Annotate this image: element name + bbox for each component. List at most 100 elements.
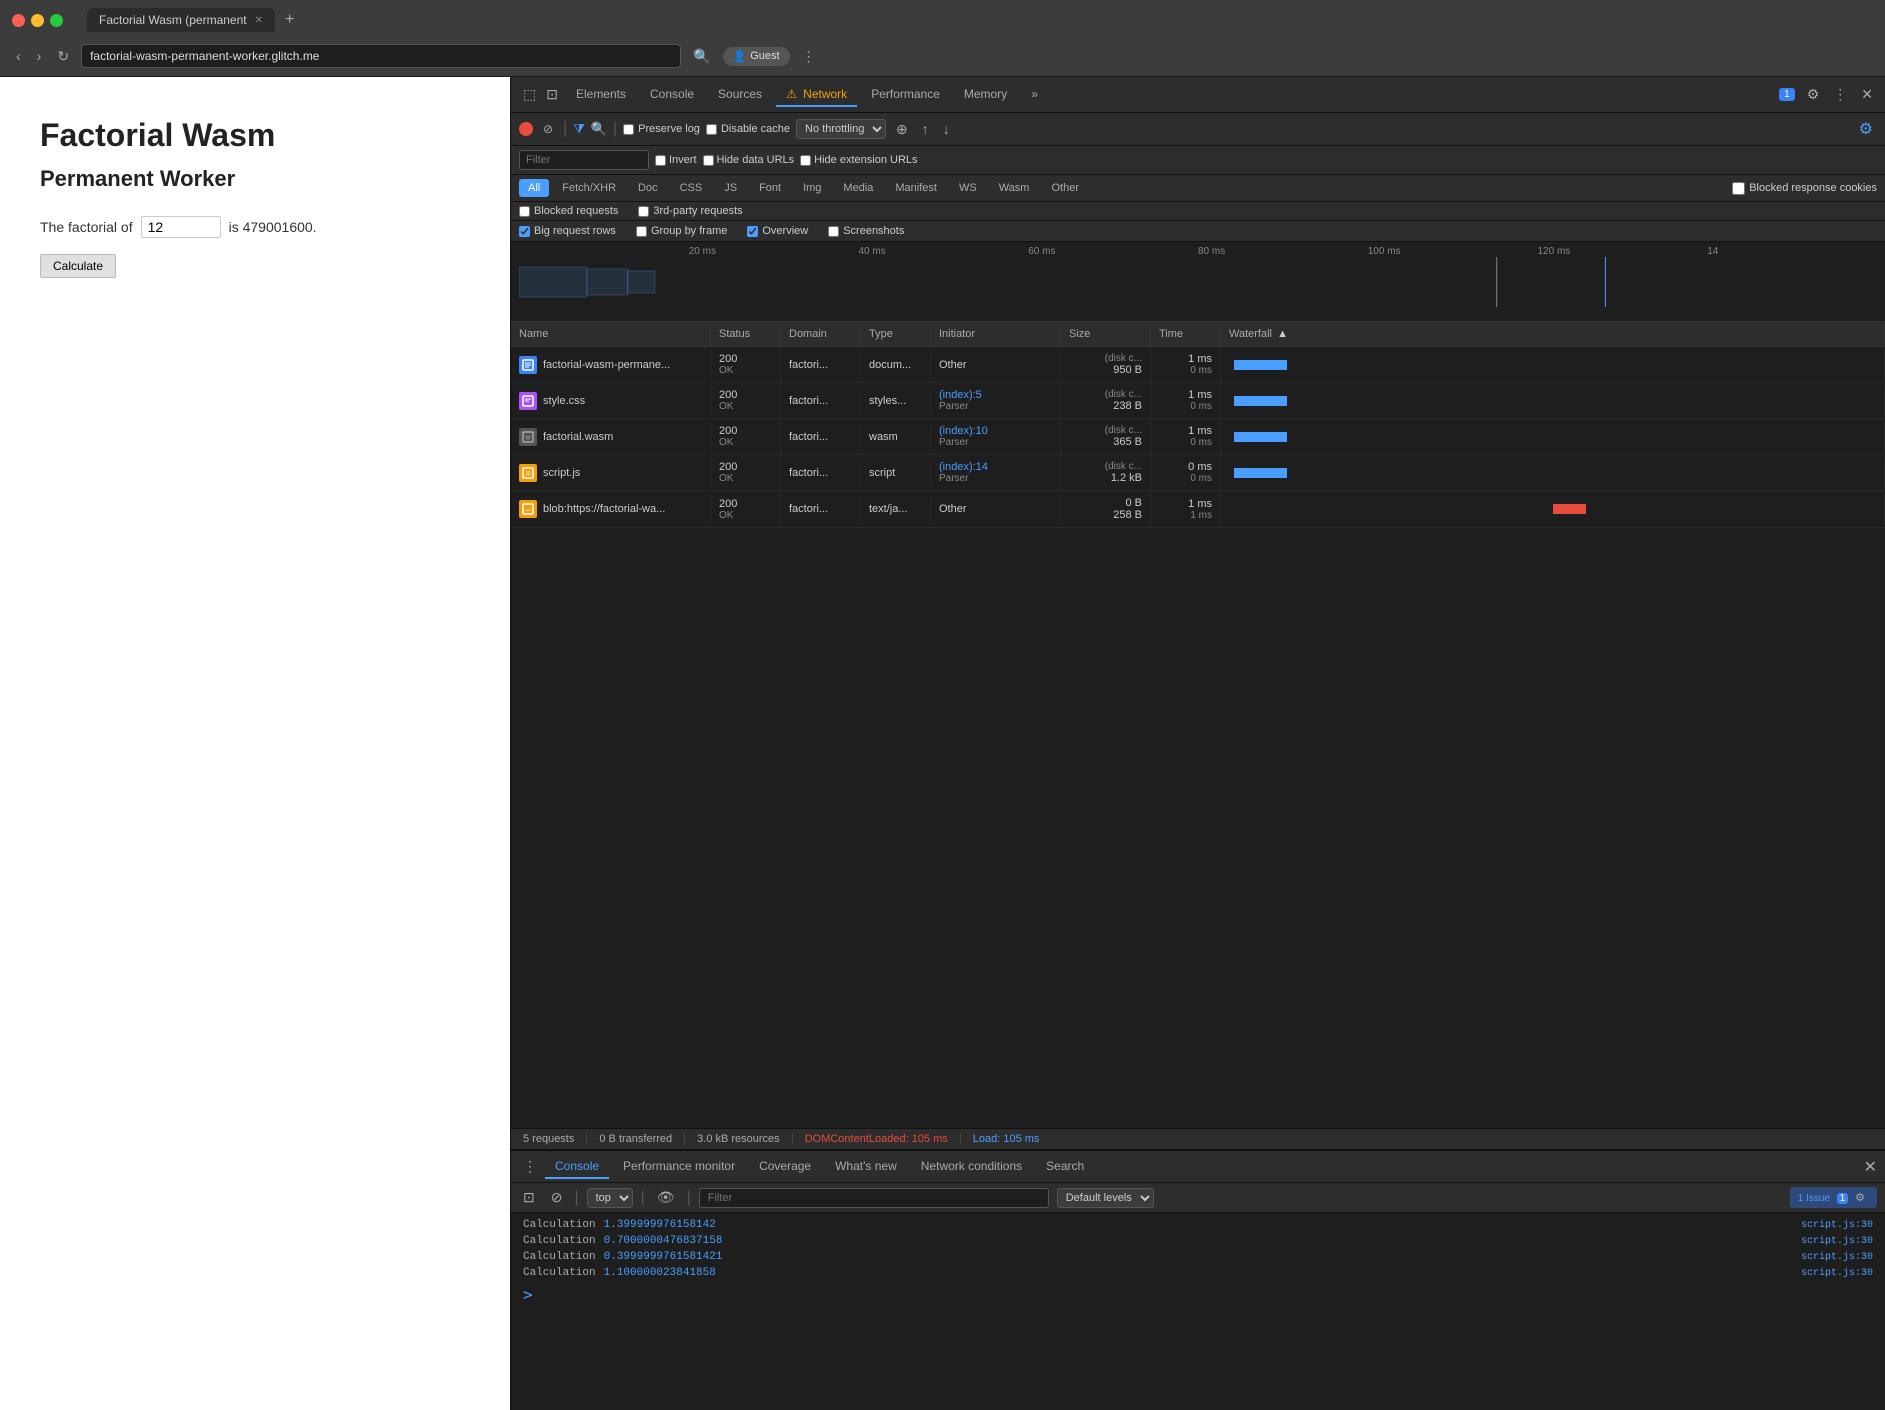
group-by-frame-checkbox[interactable] [636, 226, 647, 237]
active-tab[interactable]: Factorial Wasm (permanent ✕ [87, 8, 275, 32]
th-domain[interactable]: Domain [781, 322, 861, 346]
blocked-cookies-checkbox[interactable] [1732, 182, 1745, 195]
disable-cache-label[interactable]: Disable cache [706, 123, 790, 135]
console-context-select[interactable]: top [587, 1188, 633, 1208]
th-time[interactable]: Time [1151, 322, 1221, 346]
console-tab-whats-new[interactable]: What's new [825, 1155, 907, 1179]
hide-data-urls-checkbox[interactable] [703, 155, 714, 166]
record-button[interactable] [519, 122, 533, 136]
console-filter-input[interactable] [699, 1188, 1049, 1208]
th-initiator[interactable]: Initiator [931, 322, 1061, 346]
devtools-screenshot-icon[interactable]: ⬚ [519, 84, 540, 105]
screenshots-checkbox[interactable] [828, 226, 839, 237]
close-button[interactable] [12, 14, 25, 27]
invert-checkbox[interactable] [655, 155, 666, 166]
devtools-close-icon[interactable]: ✕ [1857, 84, 1877, 105]
tab-performance[interactable]: Performance [861, 83, 950, 107]
hide-extension-checkbox[interactable] [800, 155, 811, 166]
tab-network[interactable]: ⚠ Network [776, 83, 857, 107]
th-size[interactable]: Size [1061, 322, 1151, 346]
blocked-requests-label[interactable]: Blocked requests [519, 205, 618, 217]
type-btn-font[interactable]: Font [750, 179, 790, 197]
refresh-button[interactable]: ↻ [53, 46, 73, 67]
type-btn-manifest[interactable]: Manifest [886, 179, 946, 197]
type-btn-all[interactable]: All [519, 179, 549, 197]
console-tab-search[interactable]: Search [1036, 1155, 1094, 1179]
third-party-checkbox[interactable] [638, 206, 649, 217]
console-menu-icon[interactable]: ⋮ [519, 1156, 541, 1177]
back-button[interactable]: ‹ [12, 46, 25, 66]
export-icon[interactable]: ↓ [939, 119, 954, 139]
group-by-frame-label[interactable]: Group by frame [636, 225, 727, 237]
overview-label[interactable]: Overview [747, 225, 808, 237]
minimize-button[interactable] [31, 14, 44, 27]
settings-icon[interactable]: ⚙ [1803, 84, 1824, 105]
tab-close-icon[interactable]: ✕ [255, 15, 263, 26]
hide-extension-label[interactable]: Hide extension URLs [800, 154, 917, 166]
type-btn-doc[interactable]: Doc [629, 179, 667, 197]
type-btn-css[interactable]: CSS [671, 179, 712, 197]
th-type[interactable]: Type [861, 322, 931, 346]
online-icon[interactable]: ⊕ [892, 119, 912, 140]
table-row[interactable]: factorial-wasm-permane... 200 OK factori… [511, 347, 1885, 383]
console-tab-console[interactable]: Console [545, 1155, 609, 1179]
zoom-button[interactable]: 🔍 [689, 46, 714, 67]
third-party-label[interactable]: 3rd-party requests [638, 205, 742, 217]
tab-more[interactable]: » [1021, 83, 1048, 107]
disable-cache-checkbox[interactable] [706, 124, 717, 135]
search-icon[interactable]: 🔍 [591, 121, 607, 137]
guest-button[interactable]: 👤 Guest [723, 47, 790, 66]
big-rows-checkbox[interactable] [519, 226, 530, 237]
tab-sources[interactable]: Sources [708, 83, 772, 107]
type-btn-media[interactable]: Media [834, 179, 882, 197]
clear-button[interactable]: ⊘ [539, 120, 557, 138]
console-levels-select[interactable]: Default levels [1057, 1188, 1154, 1208]
console-tab-coverage[interactable]: Coverage [749, 1155, 821, 1179]
type-btn-other[interactable]: Other [1042, 179, 1088, 197]
th-status[interactable]: Status [711, 322, 781, 346]
preserve-log-label[interactable]: Preserve log [623, 123, 700, 135]
calculate-button[interactable]: Calculate [40, 254, 116, 278]
filter-icon[interactable]: ⧩ [573, 121, 585, 137]
issue-badge[interactable]: 1 Issue 1 ⚙ [1790, 1187, 1877, 1208]
import-icon[interactable]: ↑ [918, 119, 933, 139]
factorial-input[interactable] [141, 216, 221, 238]
hide-data-urls-label[interactable]: Hide data URLs [703, 154, 795, 166]
devtools-responsive-icon[interactable]: ⊡ [542, 84, 562, 105]
type-btn-js[interactable]: JS [715, 179, 746, 197]
blocked-requests-checkbox[interactable] [519, 206, 530, 217]
table-row[interactable]: style.css 200 OK factori... styles... (i… [511, 383, 1885, 419]
screenshots-label[interactable]: Screenshots [828, 225, 904, 237]
forward-button[interactable]: › [33, 46, 46, 66]
console-sidebar-icon[interactable]: ⊡ [519, 1187, 539, 1208]
th-name[interactable]: Name [511, 322, 711, 346]
type-btn-img[interactable]: Img [794, 179, 830, 197]
type-btn-wasm[interactable]: Wasm [990, 179, 1039, 197]
overview-checkbox[interactable] [747, 226, 758, 237]
table-row[interactable]: W factorial.wasm 200 OK factori... wasm … [511, 419, 1885, 455]
type-btn-fetch[interactable]: Fetch/XHR [553, 179, 625, 197]
network-settings-icon[interactable]: ⚙ [1855, 117, 1877, 141]
invert-label[interactable]: Invert [655, 154, 697, 166]
console-tab-perf[interactable]: Performance monitor [613, 1155, 745, 1179]
tab-elements[interactable]: Elements [566, 83, 636, 107]
throttle-select[interactable]: No throttling [796, 119, 886, 139]
menu-button[interactable]: ⋮ [798, 46, 820, 67]
big-rows-label[interactable]: Big request rows [519, 225, 616, 237]
tab-memory[interactable]: Memory [954, 83, 1017, 107]
console-clear-icon[interactable]: ⊘ [547, 1187, 567, 1208]
maximize-button[interactable] [50, 14, 63, 27]
tab-console[interactable]: Console [640, 83, 704, 107]
table-row[interactable]: JS script.js 200 OK factori... script (i… [511, 455, 1885, 491]
preserve-log-checkbox[interactable] [623, 124, 634, 135]
console-prompt[interactable]: > [511, 1281, 1885, 1308]
url-input[interactable] [81, 44, 681, 68]
th-waterfall[interactable]: Waterfall ▲ [1221, 322, 1885, 346]
table-row[interactable]: </> blob:https://factorial-wa... 200 OK … [511, 491, 1885, 528]
console-tab-network-conditions[interactable]: Network conditions [911, 1155, 1032, 1179]
devtools-more-icon[interactable]: ⋮ [1829, 84, 1851, 105]
filter-input[interactable] [519, 150, 649, 170]
console-eye-icon[interactable]: 👁 [653, 1187, 679, 1208]
console-close-icon[interactable]: ✕ [1864, 1157, 1877, 1177]
issue-settings-icon[interactable]: ⚙ [1851, 1189, 1869, 1206]
